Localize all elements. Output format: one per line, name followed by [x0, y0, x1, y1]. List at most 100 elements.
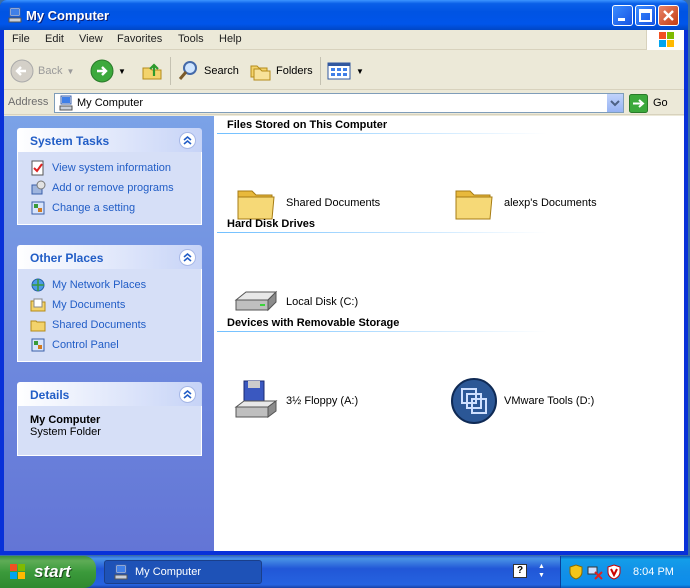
address-value: My Computer [77, 97, 144, 109]
place-label: Shared Documents [52, 319, 147, 331]
details-header[interactable]: Details [17, 382, 202, 406]
forward-arrow-icon [90, 59, 114, 83]
details-item-name: My Computer [30, 414, 101, 426]
task-pane: System Tasks View system information Add… [4, 116, 214, 551]
antivirus-icon[interactable] [607, 564, 621, 580]
control-panel-icon [31, 201, 45, 215]
place-label: Control Panel [52, 339, 119, 351]
item-floppy-a[interactable]: 3½ Floppy (A:) [232, 377, 358, 425]
group-header-removable: Devices with Removable Storage [227, 317, 400, 329]
collapse-button[interactable] [179, 132, 196, 149]
taskbar-scroll-icon[interactable]: ▲ ▼ [538, 562, 545, 580]
item-label: Shared Documents [286, 197, 381, 209]
my-computer-icon [8, 7, 22, 23]
menu-bar: File Edit View Favorites Tools Help [4, 30, 684, 50]
title-bar[interactable]: My Computer [0, 0, 688, 30]
place-my-documents[interactable]: My Documents [30, 295, 201, 315]
menu-view[interactable]: View [79, 33, 103, 45]
forward-dropdown-icon[interactable]: ▼ [118, 67, 126, 76]
details-title: Details [30, 388, 70, 402]
my-documents-icon [30, 298, 46, 312]
maximize-button[interactable] [635, 5, 656, 26]
network-places-icon [31, 278, 45, 292]
back-label: Back [38, 65, 63, 77]
system-tasks-panel: System Tasks View system information Add… [17, 128, 202, 225]
taskbar-button-label: My Computer [135, 566, 202, 578]
my-computer-icon [59, 95, 73, 111]
item-alexps-documents[interactable]: alexp's Documents [450, 179, 597, 227]
system-tasks-title: System Tasks [30, 134, 110, 148]
taskbar-button-my-computer[interactable]: My Computer [104, 560, 262, 584]
group-header-hard-disks: Hard Disk Drives [227, 218, 316, 230]
item-vmware-tools-d[interactable]: VMware Tools (D:) [450, 377, 594, 425]
add-remove-programs-icon [31, 180, 46, 195]
item-label: 3½ Floppy (A:) [286, 395, 359, 407]
menu-file[interactable]: File [12, 33, 30, 45]
system-info-icon [31, 160, 44, 176]
start-button[interactable]: start [0, 556, 96, 588]
menu-edit[interactable]: Edit [45, 33, 64, 45]
menu-tools[interactable]: Tools [178, 33, 204, 45]
close-button[interactable] [658, 5, 679, 26]
task-add-remove-programs[interactable]: Add or remove programs [30, 178, 201, 198]
shared-folder-icon [30, 320, 46, 332]
menu-favorites[interactable]: Favorites [117, 33, 162, 45]
taskbar: start My Computer ? ▲ ▼ 8:04 PM [0, 556, 690, 588]
search-label: Search [204, 65, 239, 77]
security-shield-icon[interactable] [569, 564, 583, 580]
task-label: View system information [52, 162, 172, 174]
address-label: Address [8, 96, 49, 108]
maximize-icon [639, 9, 652, 22]
menu-help[interactable]: Help [219, 33, 242, 45]
back-dropdown-icon[interactable]: ▼ [66, 67, 74, 76]
window-client: File Edit View Favorites Tools Help Back… [4, 30, 684, 551]
standard-toolbar: Back ▼ ▼ Search Folders ▼ [4, 51, 684, 90]
address-field[interactable]: My Computer [54, 93, 624, 113]
my-computer-icon [114, 564, 128, 580]
up-folder-button[interactable] [140, 57, 164, 85]
explorer-window: My Computer File Edit View Favorites Too… [0, 0, 688, 555]
group-divider [217, 232, 547, 233]
task-view-system-information[interactable]: View system information [30, 158, 201, 178]
minimize-button[interactable] [612, 5, 633, 26]
place-control-panel[interactable]: Control Panel [30, 335, 201, 355]
other-places-header[interactable]: Other Places [17, 245, 202, 269]
folder-icon [455, 190, 493, 220]
back-button[interactable]: Back ▼ [10, 57, 74, 85]
collapse-button[interactable] [179, 386, 196, 403]
double-chevron-up-icon [183, 252, 192, 262]
details-panel: Details My Computer System Folder [17, 382, 202, 456]
back-arrow-icon [10, 59, 34, 83]
go-button[interactable]: Go [629, 93, 668, 113]
windows-flag-icon [659, 32, 674, 47]
help-icon[interactable]: ? [513, 564, 527, 578]
search-button[interactable]: Search [176, 57, 239, 85]
forward-button[interactable]: ▼ [90, 57, 126, 85]
toolbar-separator [320, 57, 321, 85]
details-item-type: System Folder [30, 426, 101, 438]
control-panel-icon [31, 338, 45, 352]
place-shared-documents[interactable]: Shared Documents [30, 315, 201, 335]
vmware-cd-icon [451, 378, 497, 424]
task-label: Add or remove programs [52, 182, 174, 194]
address-dropdown-button[interactable] [606, 94, 623, 112]
item-label: Local Disk (C:) [286, 296, 359, 308]
folders-button[interactable]: Folders [248, 57, 313, 85]
system-tasks-header[interactable]: System Tasks [17, 128, 202, 152]
close-icon [663, 10, 674, 21]
windows-flag-icon [10, 564, 25, 579]
start-label: start [34, 562, 71, 581]
go-arrow-icon [629, 93, 648, 113]
task-label: Change a setting [52, 202, 136, 214]
up-folder-icon [142, 63, 162, 80]
views-dropdown-icon[interactable]: ▼ [356, 67, 364, 76]
item-label: alexp's Documents [504, 197, 597, 209]
clock[interactable]: 8:04 PM [633, 566, 674, 578]
place-my-network-places[interactable]: My Network Places [30, 275, 201, 295]
network-icon[interactable] [587, 564, 603, 580]
views-button[interactable]: ▼ [326, 57, 364, 85]
floppy-drive-icon [234, 380, 278, 418]
collapse-button[interactable] [179, 249, 196, 266]
task-change-a-setting[interactable]: Change a setting [30, 198, 201, 218]
content-pane: Files Stored on This Computer Shared Doc… [214, 116, 684, 551]
